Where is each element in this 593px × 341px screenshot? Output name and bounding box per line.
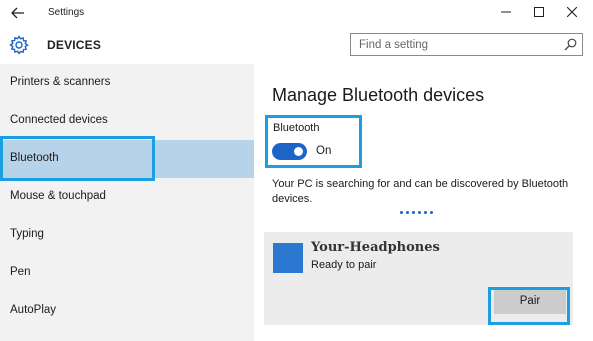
sidebar-item-label: Mouse & touchpad <box>10 190 106 202</box>
page-title: Manage Bluetooth devices <box>272 85 485 105</box>
bluetooth-toggle-state: On <box>316 145 332 157</box>
device-status: Ready to pair <box>311 259 377 271</box>
sidebar-item-typing[interactable]: Typing <box>0 216 254 254</box>
main-content: Manage Bluetooth devices Bluetooth On Yo… <box>254 64 593 341</box>
sidebar-item-label: AutoPlay <box>10 304 57 316</box>
window-title: Settings <box>48 7 85 18</box>
searching-progress-dots <box>400 211 433 215</box>
minimize-icon <box>501 11 511 13</box>
gear-icon <box>9 35 29 55</box>
sidebar: Printers & scanners Connected devices Bl… <box>0 64 254 341</box>
device-thumbnail <box>273 243 303 273</box>
bluetooth-toggle-label: Bluetooth <box>273 122 320 134</box>
sidebar-item-printers-scanners[interactable]: Printers & scanners <box>0 64 254 102</box>
discovery-status-text: Your PC is searching for and can be disc… <box>272 178 569 205</box>
close-button[interactable] <box>562 3 582 21</box>
device-name: Your-Headphones <box>311 240 440 255</box>
sidebar-item-label: Bluetooth <box>10 152 59 164</box>
sidebar-item-bluetooth[interactable]: Bluetooth <box>0 140 254 178</box>
maximize-button[interactable] <box>529 3 549 21</box>
sidebar-item-mouse-touchpad[interactable]: Mouse & touchpad <box>0 178 254 216</box>
sidebar-item-label: Connected devices <box>10 114 108 126</box>
title-bar: Settings <box>0 0 593 26</box>
bluetooth-toggle[interactable] <box>272 143 307 160</box>
toggle-knob <box>294 147 303 156</box>
close-icon <box>567 7 577 17</box>
sidebar-item-label: Typing <box>10 228 44 240</box>
pair-button[interactable]: Pair <box>494 288 566 314</box>
device-card[interactable]: Your-Headphones Ready to pair Pair <box>264 232 573 325</box>
page-header: DEVICES <box>0 26 593 64</box>
minimize-button[interactable] <box>496 3 516 21</box>
sidebar-item-label: Pen <box>10 266 31 278</box>
search-box[interactable] <box>350 33 583 56</box>
back-arrow-icon <box>11 7 24 19</box>
sidebar-item-connected-devices[interactable]: Connected devices <box>0 102 254 140</box>
section-title: DEVICES <box>47 38 102 52</box>
back-button[interactable] <box>9 4 27 22</box>
sidebar-item-label: Printers & scanners <box>10 76 111 88</box>
maximize-icon <box>534 7 544 17</box>
sidebar-item-pen[interactable]: Pen <box>0 254 254 292</box>
search-input[interactable] <box>351 34 556 55</box>
sidebar-item-autoplay[interactable]: AutoPlay <box>0 292 254 330</box>
search-icon[interactable] <box>564 38 577 51</box>
